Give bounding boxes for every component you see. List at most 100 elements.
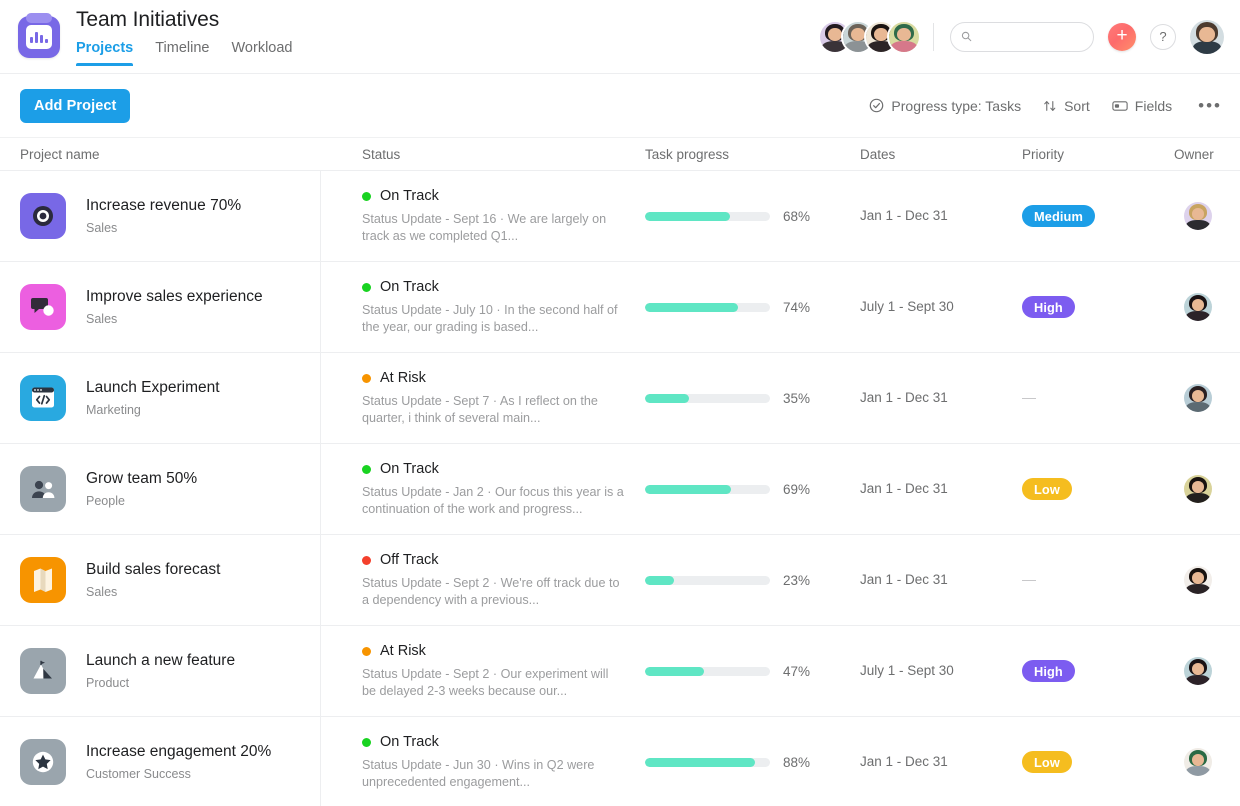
priority-badge[interactable]: Medium: [1022, 205, 1095, 227]
task-progress-cell[interactable]: 68%: [645, 209, 860, 224]
status-cell[interactable]: Off Track Status Update - Sept 2 · We're…: [340, 551, 645, 609]
task-progress-cell[interactable]: 74%: [645, 300, 860, 315]
priority-cell[interactable]: —: [1022, 389, 1174, 407]
owner-cell[interactable]: [1174, 475, 1222, 503]
table-row[interactable]: Launch a new feature Product At Risk Sta…: [0, 626, 1240, 717]
status-cell[interactable]: On Track Status Update - Jun 30 · Wins i…: [340, 733, 645, 791]
member-avatar-stack[interactable]: [820, 21, 933, 52]
task-progress-cell[interactable]: 35%: [645, 391, 860, 406]
progress-bar-fill: [645, 211, 730, 221]
task-progress-cell[interactable]: 47%: [645, 664, 860, 679]
ellipsis-icon[interactable]: •••: [1194, 96, 1222, 116]
project-title: Increase revenue 70%: [86, 197, 242, 214]
table-row[interactable]: Launch Experiment Marketing At Risk Stat…: [0, 353, 1240, 444]
project-entry[interactable]: Increase revenue 70% Sales: [20, 193, 340, 239]
owner-cell[interactable]: [1174, 293, 1222, 321]
column-header-priority[interactable]: Priority: [1022, 147, 1174, 162]
column-header-owner[interactable]: Owner: [1174, 147, 1222, 162]
column-header-project-name[interactable]: Project name: [20, 147, 340, 162]
table-row[interactable]: Increase engagement 20% Customer Success…: [0, 717, 1240, 806]
search-input[interactable]: [978, 29, 1083, 44]
owner-avatar[interactable]: [1184, 293, 1212, 321]
priority-cell[interactable]: Low: [1022, 478, 1174, 500]
dates-cell[interactable]: Jan 1 - Dec 31: [860, 571, 1022, 589]
status-cell[interactable]: On Track Status Update - Jan 2 · Our foc…: [340, 460, 645, 518]
add-project-button[interactable]: Add Project: [20, 88, 131, 123]
owner-cell[interactable]: [1174, 748, 1222, 776]
dates-cell[interactable]: Jan 1 - Dec 31: [860, 753, 1022, 771]
column-header-status[interactable]: Status: [340, 147, 645, 162]
dates-cell[interactable]: July 1 - Sept 30: [860, 662, 1022, 680]
owner-cell[interactable]: [1174, 657, 1222, 685]
tab-projects[interactable]: Projects: [76, 37, 134, 66]
project-name-cell[interactable]: Launch a new feature Product: [20, 648, 340, 694]
priority-badge[interactable]: Low: [1022, 478, 1072, 500]
project-name-cell[interactable]: Increase revenue 70% Sales: [20, 193, 340, 239]
owner-avatar[interactable]: [1184, 748, 1212, 776]
owner-avatar[interactable]: [1184, 475, 1212, 503]
bar-chart-logo-icon[interactable]: [18, 12, 60, 58]
dates-cell[interactable]: Jan 1 - Dec 31: [860, 480, 1022, 498]
table-row[interactable]: Increase revenue 70% Sales On Track Stat…: [0, 171, 1240, 262]
project-team: Sales: [86, 585, 118, 599]
status-cell[interactable]: At Risk Status Update - Sept 2 · Our exp…: [340, 642, 645, 700]
priority-badge[interactable]: Low: [1022, 751, 1072, 773]
priority-badge[interactable]: High: [1022, 660, 1075, 682]
owner-cell[interactable]: [1174, 202, 1222, 230]
search-box[interactable]: [950, 21, 1094, 52]
fields-button[interactable]: Fields: [1112, 97, 1172, 115]
priority-empty[interactable]: —: [1022, 389, 1036, 405]
task-progress-cell[interactable]: 69%: [645, 482, 860, 497]
status-cell[interactable]: On Track Status Update - July 10 · In th…: [340, 278, 645, 336]
member-avatar-4[interactable]: [889, 21, 919, 52]
priority-cell[interactable]: High: [1022, 660, 1174, 682]
dates-cell[interactable]: Jan 1 - Dec 31: [860, 207, 1022, 225]
project-name-cell[interactable]: Launch Experiment Marketing: [20, 375, 340, 421]
owner-avatar[interactable]: [1184, 657, 1212, 685]
project-entry[interactable]: Grow team 50% People: [20, 466, 340, 512]
dates-cell[interactable]: Jan 1 - Dec 31: [860, 389, 1022, 407]
project-entry[interactable]: Increase engagement 20% Customer Success: [20, 739, 340, 785]
column-header-dates[interactable]: Dates: [860, 147, 1022, 162]
top-bar: Team Initiatives Projects Timeline Workl…: [0, 0, 1240, 74]
owner-cell[interactable]: [1174, 384, 1222, 412]
table-row[interactable]: Improve sales experience Sales On Track …: [0, 262, 1240, 353]
progress-type-button[interactable]: Progress type: Tasks: [869, 97, 1021, 115]
owner-avatar[interactable]: [1184, 566, 1212, 594]
task-progress-cell[interactable]: 23%: [645, 573, 860, 588]
priority-empty[interactable]: —: [1022, 571, 1036, 587]
priority-badge[interactable]: High: [1022, 296, 1075, 318]
check-circle-icon: [870, 98, 884, 113]
priority-cell[interactable]: High: [1022, 296, 1174, 318]
dates-cell[interactable]: July 1 - Sept 30: [860, 298, 1022, 316]
priority-cell[interactable]: —: [1022, 571, 1174, 589]
owner-cell[interactable]: [1174, 566, 1222, 594]
project-entry[interactable]: Build sales forecast Sales: [20, 557, 340, 603]
owner-avatar[interactable]: [1184, 384, 1212, 412]
tab-timeline[interactable]: Timeline: [155, 37, 209, 66]
project-name-cell[interactable]: Grow team 50% People: [20, 466, 340, 512]
tab-workload[interactable]: Workload: [232, 37, 293, 66]
project-name-cell[interactable]: Improve sales experience Sales: [20, 284, 340, 330]
user-avatar[interactable]: [1190, 19, 1224, 54]
priority-cell[interactable]: Medium: [1022, 205, 1174, 227]
project-entry[interactable]: Launch Experiment Marketing: [20, 375, 340, 421]
status-dot-icon: [362, 737, 371, 747]
table-row[interactable]: Build sales forecast Sales Off Track Sta…: [0, 535, 1240, 626]
table-row[interactable]: Grow team 50% People On Track Status Upd…: [0, 444, 1240, 535]
project-entry[interactable]: Improve sales experience Sales: [20, 284, 340, 330]
task-progress-cell[interactable]: 88%: [645, 755, 860, 770]
project-name-cell[interactable]: Increase engagement 20% Customer Success: [20, 739, 340, 785]
sort-button[interactable]: Sort: [1043, 97, 1090, 115]
status-head: On Track: [362, 733, 645, 751]
project-name-cell[interactable]: Build sales forecast Sales: [20, 557, 340, 603]
priority-cell[interactable]: Low: [1022, 751, 1174, 773]
project-entry[interactable]: Launch a new feature Product: [20, 648, 340, 694]
column-header-task-progress[interactable]: Task progress: [645, 147, 860, 162]
title-block: Team Initiatives Projects Timeline Workl…: [76, 7, 292, 66]
owner-avatar[interactable]: [1184, 202, 1212, 230]
help-button[interactable]: ?: [1150, 23, 1176, 50]
add-button[interactable]: +: [1108, 22, 1136, 51]
status-cell[interactable]: On Track Status Update - Sept 16 · We ar…: [340, 187, 645, 245]
status-cell[interactable]: At Risk Status Update - Sept 7 · As I re…: [340, 369, 645, 427]
